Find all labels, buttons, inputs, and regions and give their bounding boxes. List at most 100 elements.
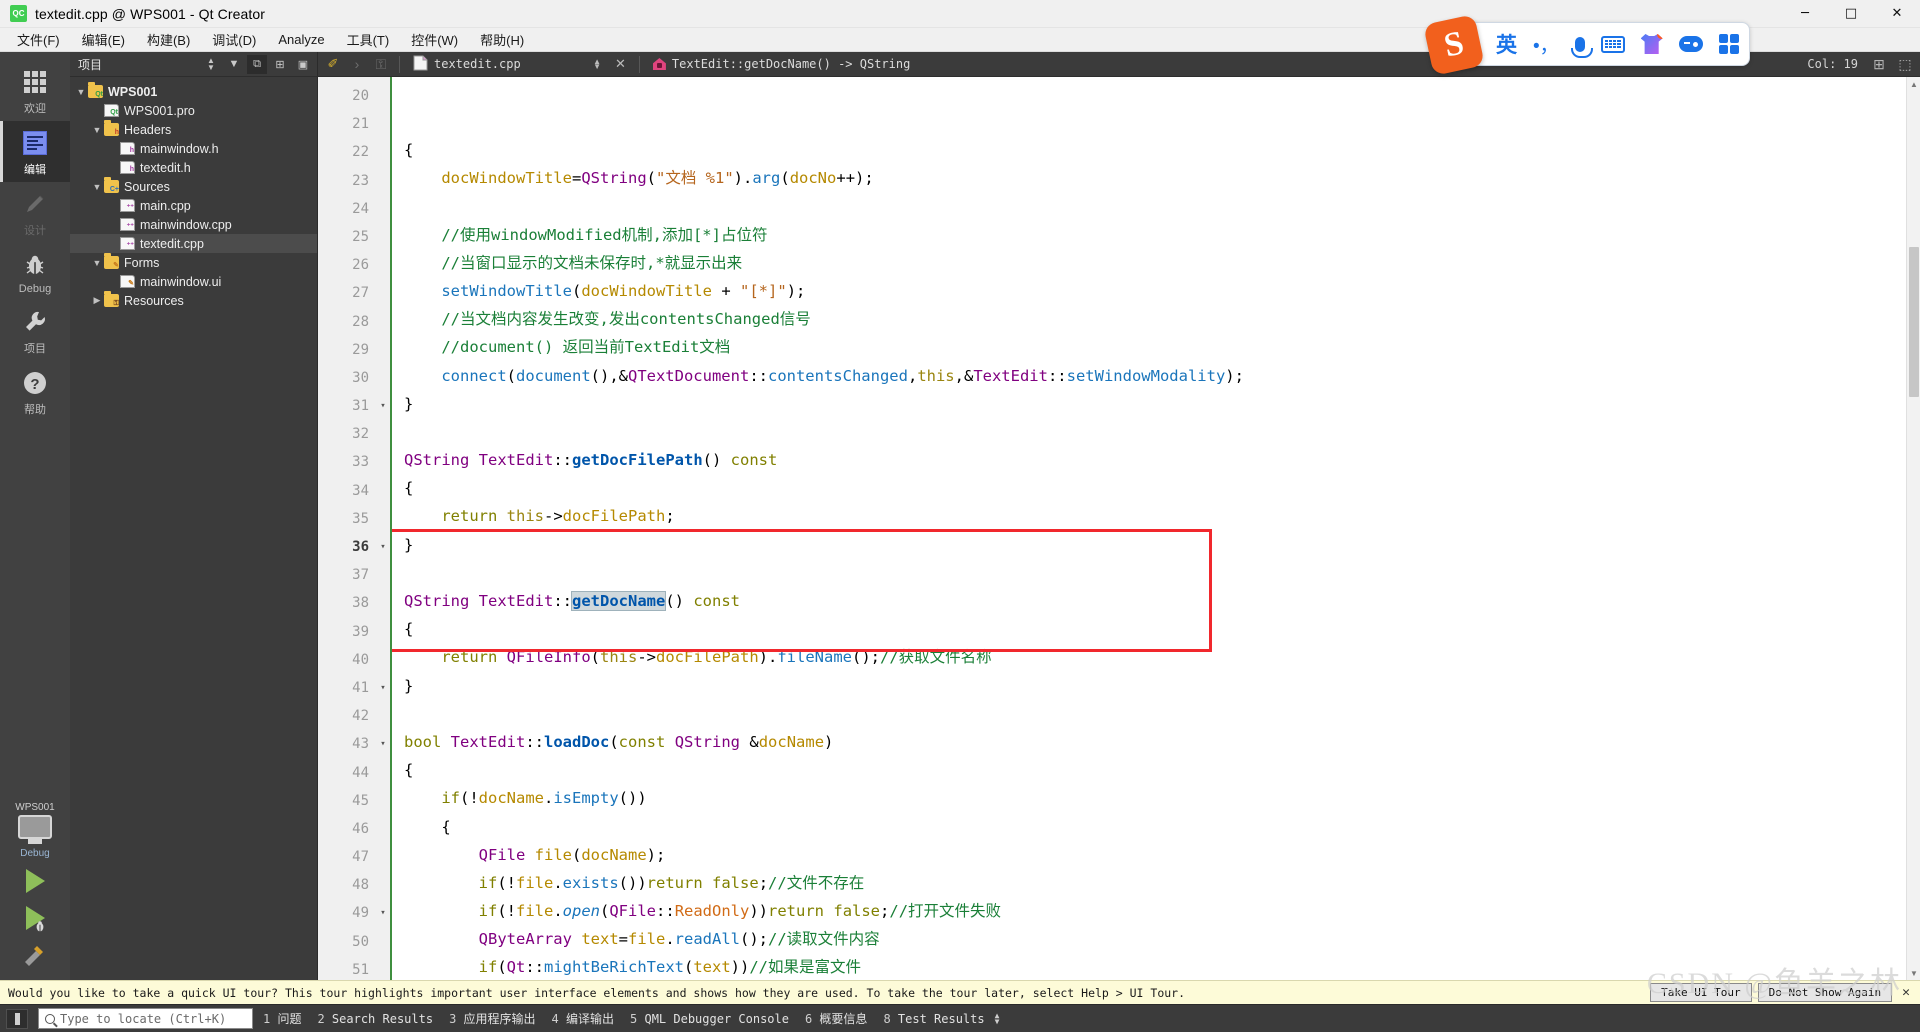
ime-soft-keyboard[interactable] [1600, 35, 1625, 53]
code-line[interactable] [404, 418, 1906, 446]
open-documents-dropdown[interactable]: textedit.cpp ▲ ▼ [407, 55, 607, 74]
code-line[interactable]: //document() 返回当前TextEdit文档 [404, 333, 1906, 361]
toggle-sidebar-button[interactable] [6, 1008, 28, 1029]
code-line[interactable]: bool TextEdit::loadDoc(const QString &do… [404, 728, 1906, 756]
menu-edit[interactable]: 编辑(E) [71, 27, 136, 53]
ime-games[interactable] [1678, 36, 1703, 52]
ime-voice-input[interactable] [1570, 36, 1593, 58]
code-line[interactable]: if(!docName.isEmpty()) [404, 784, 1906, 812]
tree-item-resources[interactable]: ▶ ⚿ Resources [70, 291, 317, 310]
code-line[interactable]: { [404, 813, 1906, 841]
sidebar-item-edit[interactable]: 编辑 [0, 121, 70, 182]
output-pane-qml-debugger-console[interactable]: 5 QML Debugger Console [630, 1012, 789, 1026]
tree-expander-icon[interactable]: ▼ [90, 258, 104, 268]
code-line[interactable]: { [404, 756, 1906, 784]
code-line[interactable]: return this->docFilePath; [404, 502, 1906, 530]
tree-item-mainwindow-ui[interactable]: ✎ mainwindow.ui [70, 272, 317, 291]
code-line[interactable]: QByteArray text=file.readAll();//读取文件内容 [404, 925, 1906, 953]
code-line[interactable]: QString TextEdit::getDocName() const [404, 587, 1906, 615]
output-pane-search-results[interactable]: 2 Search Results [317, 1012, 433, 1026]
project-tree[interactable]: ▼ Qt WPS001 Qt WPS001.pro ▼ h Headers h mainwindo… [70, 77, 317, 980]
code-line[interactable]: { [404, 136, 1906, 164]
output-pane--[interactable]: 4 编译输出 [552, 1010, 614, 1027]
tree-expander-icon[interactable]: ▼ [74, 87, 88, 97]
code-line[interactable]: //当文档内容发生改变,发出contentsChanged信号 [404, 305, 1906, 333]
tree-item-forms[interactable]: ▼ ✎ Forms [70, 253, 317, 272]
take-ui-tour-button[interactable]: Take UI Tour [1650, 983, 1752, 1002]
tree-item-wps001[interactable]: ▼ Qt WPS001 [70, 82, 317, 101]
output-pane--[interactable]: 3 应用程序输出 [449, 1010, 535, 1027]
tree-expander-icon[interactable]: ▶ [90, 295, 104, 306]
scrollbar-thumb[interactable] [1909, 247, 1919, 397]
tree-item-main-cpp[interactable]: ⁺⁺ main.cpp [70, 196, 317, 215]
output-pane--[interactable]: 6 概要信息 [805, 1010, 867, 1027]
fold-toggle-icon[interactable]: ▾ [376, 533, 390, 561]
code-line[interactable] [404, 192, 1906, 220]
menu-file[interactable]: 文件(F) [6, 27, 71, 53]
minimize-button[interactable]: ─ [1782, 0, 1828, 28]
tree-item-textedit-cpp[interactable]: ⁺⁺ textedit.cpp [70, 234, 317, 253]
tree-item-textedit-h[interactable]: h textedit.h [70, 158, 317, 177]
ime-toolbox[interactable] [1718, 34, 1739, 54]
code-line[interactable]: QFile file(docName); [404, 841, 1906, 869]
close-button[interactable]: ✕ [1874, 0, 1920, 28]
ime-punctuation-toggle[interactable]: •， [1533, 31, 1559, 58]
code-line[interactable]: //使用windowModified机制,添加[*]占位符 [404, 221, 1906, 249]
fold-marker-column[interactable]: ▾ ▾ ▾ ▾ ▾ [376, 77, 392, 980]
menu-window[interactable]: 控件(W) [400, 27, 469, 53]
pane-spinner-icon[interactable]: ▲ ▼ [201, 55, 221, 74]
code-line[interactable]: } [404, 390, 1906, 418]
code-line[interactable]: } [404, 531, 1906, 559]
close-pane-button[interactable]: ▣ [293, 55, 313, 74]
sogou-logo-icon[interactable]: S [1423, 14, 1485, 76]
tree-item-sources[interactable]: ▼ C+ Sources [70, 177, 317, 196]
sidebar-item-debug[interactable]: Debug [0, 243, 70, 300]
scroll-down-arrow-icon[interactable]: ▼ [1907, 966, 1920, 980]
editor-vertical-scrollbar[interactable]: ▲ ▼ [1906, 77, 1920, 980]
code-line[interactable]: { [404, 615, 1906, 643]
tree-item-mainwindow-h[interactable]: h mainwindow.h [70, 139, 317, 158]
menu-help[interactable]: 帮助(H) [469, 27, 535, 53]
filter-button[interactable]: ▼ [224, 55, 244, 74]
split-side-by-side-icon[interactable]: ⬚ [1894, 54, 1916, 75]
code-line[interactable]: if(!file.exists())return false;//文件不存在 [404, 869, 1906, 897]
locator-input[interactable]: Type to locate (Ctrl+K) [38, 1008, 253, 1029]
output-pane-spinner-icon[interactable]: ▲ ▼ [995, 1011, 1000, 1025]
code-line[interactable]: setWindowTitle(docWindowTitle + "[*]"); [404, 277, 1906, 305]
ime-skin[interactable] [1640, 34, 1663, 54]
kit-selector[interactable]: WPS001 Debug [0, 802, 70, 976]
start-debugging-button[interactable] [25, 906, 45, 932]
ime-language-toggle[interactable]: 英 [1496, 29, 1517, 59]
fold-toggle-icon[interactable]: ▾ [376, 899, 390, 927]
go-forward-icon[interactable]: › [346, 54, 368, 75]
sidebar-item-welcome[interactable]: 欢迎 [0, 60, 70, 121]
menu-build[interactable]: 构建(B) [136, 27, 201, 53]
code-line[interactable] [404, 559, 1906, 587]
tree-expander-icon[interactable]: ▼ [90, 182, 104, 192]
code-line[interactable]: connect(document(),&QTextDocument::conte… [404, 362, 1906, 390]
code-line[interactable]: if(!file.open(QFile::ReadOnly))return fa… [404, 897, 1906, 925]
close-document-button[interactable]: ✕ [609, 56, 632, 72]
document-spinner-icon[interactable]: ▲ ▼ [593, 58, 601, 71]
build-button[interactable] [22, 943, 48, 972]
code-line[interactable] [404, 700, 1906, 728]
tree-item-mainwindow-cpp[interactable]: ⁺⁺ mainwindow.cpp [70, 215, 317, 234]
code-line[interactable]: docWindowTitle=QString("文档 %1").arg(docN… [404, 164, 1906, 192]
maximize-button[interactable]: □ [1828, 0, 1874, 28]
fold-toggle-icon[interactable]: ▾ [376, 392, 390, 420]
code-line[interactable]: } [404, 672, 1906, 700]
sidebar-item-projects[interactable]: 项目 [0, 300, 70, 361]
output-pane--[interactable]: 1 问题 [263, 1010, 301, 1027]
code-line[interactable]: { [404, 474, 1906, 502]
close-notification-icon[interactable]: ✕ [1898, 985, 1914, 1000]
fold-toggle-icon[interactable]: ▾ [376, 730, 390, 758]
scroll-up-arrow-icon[interactable]: ▲ [1907, 77, 1920, 91]
code-line[interactable]: //当窗口显示的文档未保存时,*就显示出来 [404, 249, 1906, 277]
sidebar-item-help[interactable]: ? 帮助 [0, 361, 70, 422]
tree-item-wps001-pro[interactable]: Qt WPS001.pro [70, 101, 317, 120]
link-with-editor-button[interactable]: ⧉ [247, 54, 267, 74]
sidebar-item-design[interactable]: 设计 [0, 182, 70, 243]
fold-toggle-icon[interactable]: ▾ [376, 674, 390, 702]
menu-debug[interactable]: 调试(D) [201, 27, 267, 53]
tree-item-headers[interactable]: ▼ h Headers [70, 120, 317, 139]
